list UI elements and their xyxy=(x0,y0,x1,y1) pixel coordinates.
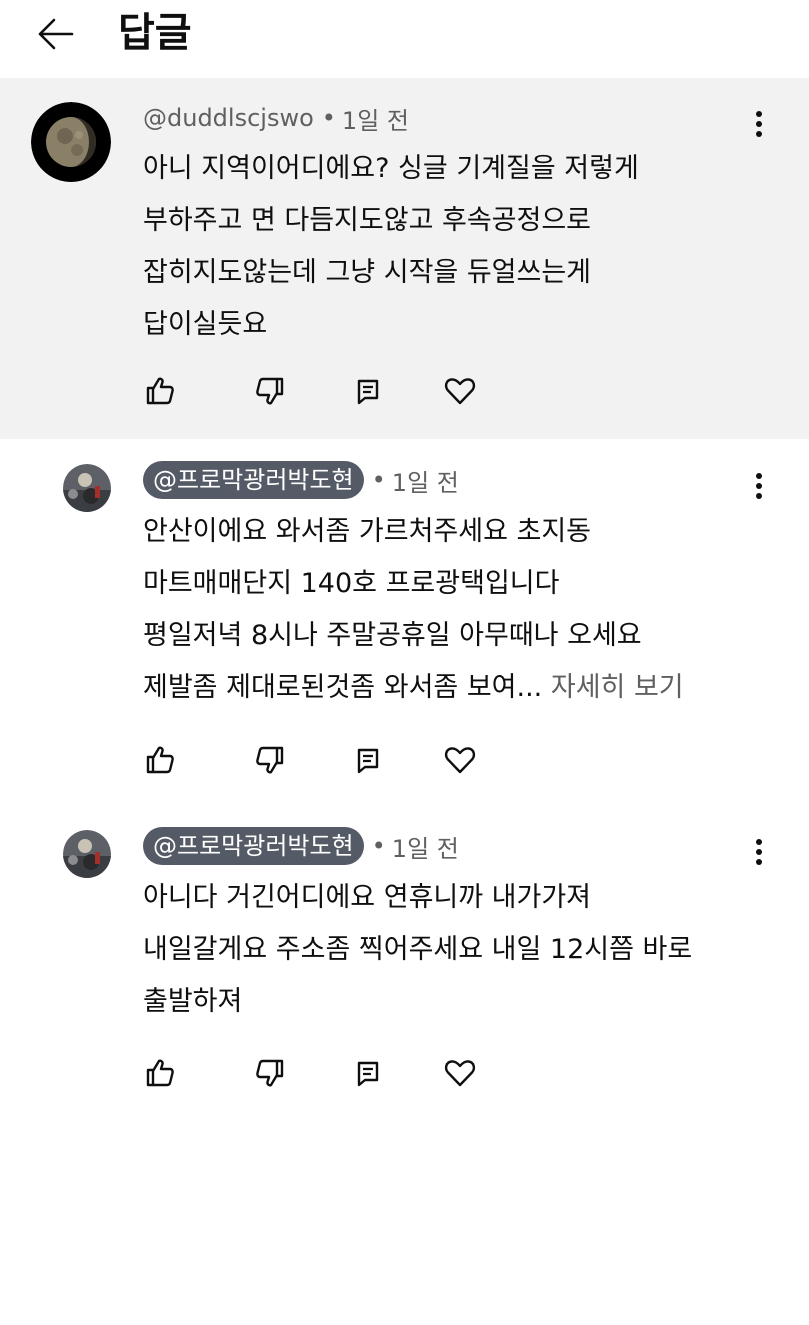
separator-dot: • xyxy=(371,832,386,860)
separator-dot: • xyxy=(321,104,336,132)
comment-line: 아니다 거긴어디에요 연휴니까 내가가져 xyxy=(143,882,592,913)
thumbs-up-icon[interactable] xyxy=(140,740,180,780)
comment-line: 잡히지도않는데 그냥 시작을 듀얼쓰는게 xyxy=(143,257,592,288)
timestamp: 1일 전 xyxy=(391,468,459,497)
reply-icon[interactable] xyxy=(348,1053,388,1093)
avatar[interactable] xyxy=(63,830,111,878)
more-vertical-icon[interactable] xyxy=(747,832,771,872)
thumbs-down-icon[interactable] xyxy=(250,1053,290,1093)
thumbs-down-icon[interactable] xyxy=(250,740,290,780)
avatar[interactable] xyxy=(63,464,111,512)
page-title: 답글 xyxy=(118,10,192,56)
comment-text: 아니다 거긴어디에요 연휴니까 내가가져 내일갈게요 주소좀 찍어주세요 내일 … xyxy=(143,872,692,1028)
comment-line: 내일갈게요 주소좀 찍어주세요 내일 12시쯤 바로 xyxy=(143,934,693,965)
comment-reply: @프로막광러박도현 • 1일 전 안산이에요 와서좀 가르처주세요 초지동 마트… xyxy=(0,440,809,800)
timestamp: 1일 전 xyxy=(341,106,409,135)
comment-meta: @duddlscjswo • 1일 전 xyxy=(143,98,409,138)
comment-line: 마트매매단지 140호 프로광택입니다 xyxy=(143,568,560,599)
comment-parent: @duddlscjswo • 1일 전 아니 지역이어디에요? 싱글 기계질을 … xyxy=(0,78,809,439)
comment-line-last: 제발좀 제대로된것좀 와서좀 보여... 자세히 보기 xyxy=(143,662,684,714)
comment-meta: @프로막광러박도현 • 1일 전 xyxy=(143,460,459,500)
more-vertical-icon[interactable] xyxy=(747,104,771,144)
reply-icon[interactable] xyxy=(348,740,388,780)
comment-line-text: 제발좀 제대로된것좀 와서좀 보여... xyxy=(143,672,543,703)
top-bar: 답글 xyxy=(0,0,809,78)
thumbs-up-icon[interactable] xyxy=(140,1053,180,1093)
thumbs-up-icon[interactable] xyxy=(140,371,180,411)
timestamp: 1일 전 xyxy=(391,834,459,863)
comment-meta: @프로막광러박도현 • 1일 전 xyxy=(143,826,459,866)
comment-text: 아니 지역이어디에요? 싱글 기계질을 저렇게 부하주고 면 다듬지도않고 후속… xyxy=(143,143,639,351)
reply-icon[interactable] xyxy=(348,371,388,411)
comment-line: 부하주고 면 다듬지도않고 후속공정으로 xyxy=(143,205,592,236)
heart-icon[interactable] xyxy=(440,740,480,780)
comment-line: 평일저녁 8시나 주말공휴일 아무때나 오세요 xyxy=(143,620,642,651)
heart-icon[interactable] xyxy=(440,1053,480,1093)
author-name[interactable]: @프로막광러박도현 xyxy=(143,827,364,865)
read-more-link[interactable]: 자세히 보기 xyxy=(551,672,684,703)
heart-icon[interactable] xyxy=(440,371,480,411)
more-vertical-icon[interactable] xyxy=(747,466,771,506)
back-arrow-icon[interactable] xyxy=(34,14,78,54)
separator-dot: • xyxy=(371,466,386,494)
comment-text: 안산이에요 와서좀 가르처주세요 초지동 마트매매단지 140호 프로광택입니다… xyxy=(143,506,684,714)
comment-reply: @프로막광러박도현 • 1일 전 아니다 거긴어디에요 연휴니까 내가가져 내일… xyxy=(0,806,809,1126)
comment-line: 출발하져 xyxy=(143,986,243,1017)
avatar-moon[interactable] xyxy=(31,102,111,182)
thumbs-down-icon[interactable] xyxy=(250,371,290,411)
comment-line: 안산이에요 와서좀 가르처주세요 초지동 xyxy=(143,516,592,547)
comment-line: 답이실듯요 xyxy=(143,309,268,340)
author-name[interactable]: @duddlscjswo xyxy=(143,104,314,132)
comment-line: 아니 지역이어디에요? 싱글 기계질을 저렇게 xyxy=(143,153,639,184)
author-name[interactable]: @프로막광러박도현 xyxy=(143,461,364,499)
